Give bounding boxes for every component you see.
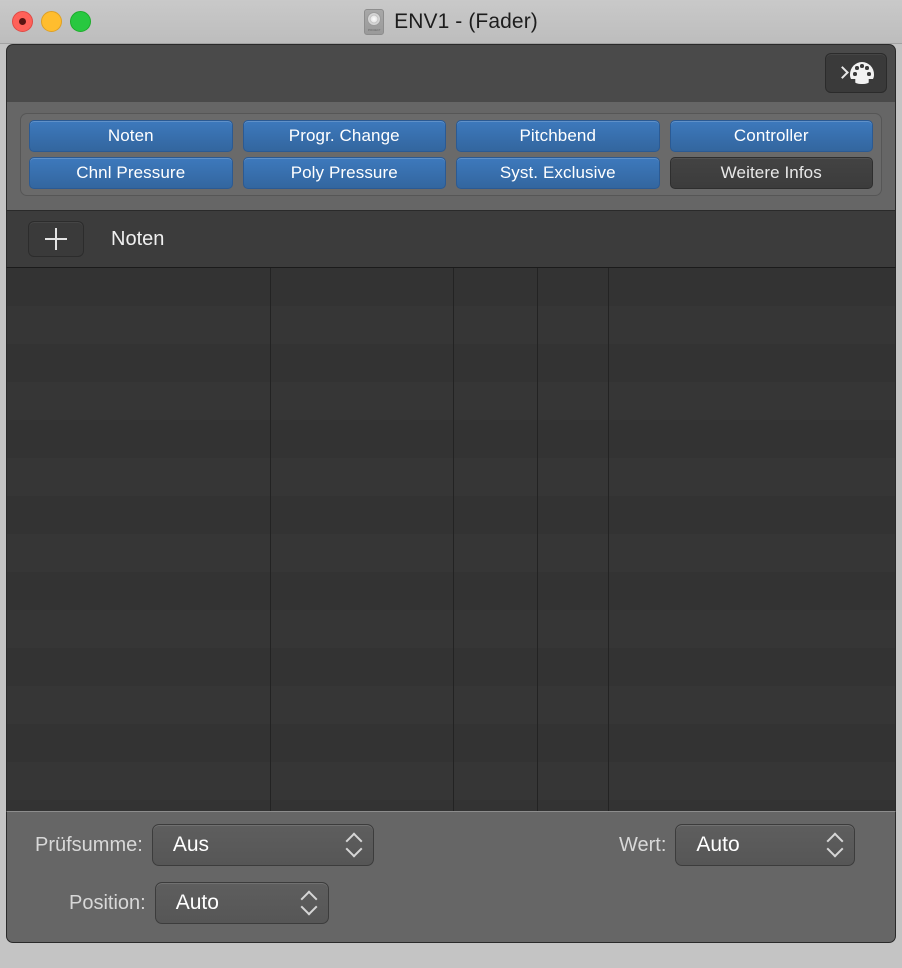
value-value: Auto: [696, 833, 804, 857]
din-pin: [855, 66, 859, 70]
stepper-arrows-icon[interactable]: [300, 889, 318, 917]
traffic-light-group: [12, 0, 91, 43]
project-tag-label: PROJECT: [368, 29, 381, 32]
window: PROJECT ENV1 - (Fader) Noten Progr. Chan: [0, 0, 902, 968]
title-bar: PROJECT ENV1 - (Fader): [0, 0, 902, 44]
checksum-label: Prüfsumme:: [35, 834, 143, 857]
column-divider[interactable]: [608, 268, 609, 811]
value-popup-button[interactable]: Auto: [675, 824, 855, 866]
stepper-arrows-icon[interactable]: [345, 831, 363, 859]
din-pin: [860, 64, 864, 68]
midi-din-icon: [850, 62, 874, 84]
event-type-band: Noten Progr. Change Pitchbend Controller…: [6, 102, 896, 210]
event-type-syst-exclusive[interactable]: Syst. Exclusive: [456, 157, 660, 189]
event-type-pitchbend[interactable]: Pitchbend: [456, 120, 660, 152]
din-pin: [867, 72, 871, 76]
event-type-progr-change[interactable]: Progr. Change: [243, 120, 447, 152]
event-type-noten[interactable]: Noten: [29, 120, 233, 152]
column-divider[interactable]: [453, 268, 454, 811]
checksum-value: Aus: [173, 833, 323, 857]
event-list-rows: [7, 268, 895, 811]
zoom-button[interactable]: [70, 11, 91, 32]
checksum-popup-button[interactable]: Aus: [152, 824, 374, 866]
position-label: Position:: [69, 892, 146, 915]
event-type-weitere-infos[interactable]: Weitere Infos: [670, 157, 874, 189]
midi-connector-button[interactable]: [825, 53, 887, 93]
stepper-arrows-icon[interactable]: [826, 831, 844, 859]
checksum-field: Prüfsumme: Aus: [35, 824, 374, 866]
din-pin: [853, 72, 857, 76]
plus-icon: [45, 228, 67, 250]
column-divider[interactable]: [270, 268, 271, 811]
minimize-button[interactable]: [41, 11, 62, 32]
event-type-group: Noten Progr. Change Pitchbend Controller…: [20, 113, 882, 196]
event-type-controller[interactable]: Controller: [670, 120, 874, 152]
position-popup-button[interactable]: Auto: [155, 882, 329, 924]
event-type-row-1: Noten Progr. Change Pitchbend Controller: [29, 120, 873, 152]
midi-toolbar: [6, 44, 896, 102]
event-type-chnl-pressure[interactable]: Chnl Pressure: [29, 157, 233, 189]
din-pin: [865, 66, 869, 70]
add-event-label: Noten: [111, 228, 164, 251]
title-center-group: PROJECT ENV1 - (Fader): [0, 0, 902, 43]
project-disc-icon: PROJECT: [364, 9, 384, 35]
event-type-row-2: Chnl Pressure Poly Pressure Syst. Exclus…: [29, 157, 873, 189]
position-field: Position: Auto: [69, 882, 329, 924]
window-title: ENV1 - (Fader): [394, 10, 538, 34]
event-type-poly-pressure[interactable]: Poly Pressure: [243, 157, 447, 189]
position-value: Auto: [176, 891, 278, 915]
close-button[interactable]: [12, 11, 33, 32]
event-list[interactable]: [6, 268, 896, 811]
add-event-bar: Noten: [6, 210, 896, 268]
column-divider[interactable]: [537, 268, 538, 811]
chevron-right-icon: [838, 66, 847, 81]
value-label: Wert:: [619, 834, 666, 857]
add-event-button[interactable]: [28, 221, 84, 257]
disc-glyph: [367, 12, 381, 26]
value-field: Wert: Auto: [619, 824, 855, 866]
bottom-panel: Prüfsumme: Aus Position: Auto Wert: Auto: [6, 811, 896, 943]
